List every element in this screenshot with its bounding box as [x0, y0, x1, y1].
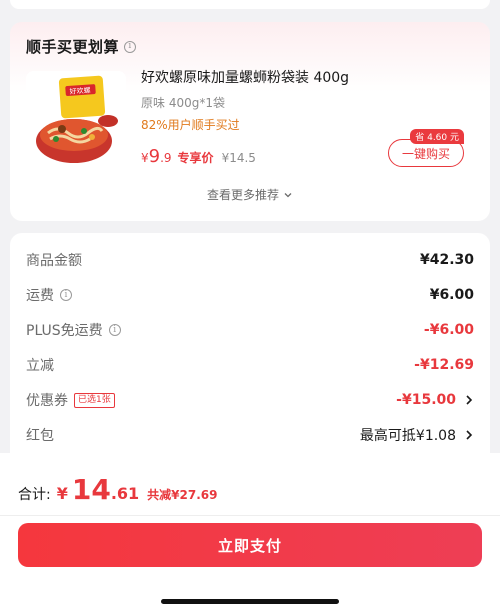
summary-value: ¥6.00	[429, 287, 474, 303]
chevron-right-icon	[466, 395, 473, 405]
coupon-selected-tag: 已选1张	[74, 392, 115, 408]
view-more-label: 查看更多推荐	[206, 188, 279, 202]
summary-row-instant-discount: 立减 -¥12.69	[26, 353, 474, 377]
pay-now-button[interactable]: 立即支付	[18, 523, 482, 567]
summary-row-goods-amount: 商品金额 ¥42.30	[26, 248, 474, 272]
price-integer: 9	[148, 146, 161, 167]
total-savings: 共减¥27.69	[147, 488, 218, 502]
recommendation-title-text: 顺手买更划算	[26, 38, 120, 56]
product-spec: 原味 400g*1袋	[141, 96, 225, 110]
summary-label: 红包	[26, 428, 54, 444]
summary-row-plus-free-shipping: PLUS免运费 i -¥6.00	[26, 318, 474, 342]
summary-value: -¥6.00	[423, 322, 474, 338]
product-price: ¥ 9 .9 专享价 ¥14.5	[141, 146, 256, 167]
total-decimal: .61	[110, 484, 140, 503]
summary-label: 立减	[26, 358, 54, 374]
previous-card-edge	[10, 0, 490, 9]
divider	[0, 515, 500, 516]
package-brand-text: 好欢螺	[69, 85, 91, 95]
checkout-footer: 合计: ¥ 14 .61 共减¥27.69 立即支付	[0, 453, 500, 613]
order-total: 合计: ¥ 14 .61 共减¥27.69	[18, 473, 217, 506]
product-image[interactable]: 好欢螺	[26, 71, 126, 171]
chevron-down-icon	[284, 192, 292, 197]
view-more-recommendations[interactable]: 查看更多推荐	[10, 186, 490, 203]
summary-row-coupon[interactable]: 优惠券 已选1张 -¥15.00	[26, 388, 474, 412]
shipping-info-icon[interactable]: i	[60, 289, 72, 301]
summary-label: 运费	[26, 288, 54, 304]
noodle-bowl-image: 好欢螺	[26, 71, 126, 171]
summary-row-red-packet[interactable]: 红包 最高可抵¥1.08	[26, 423, 474, 447]
summary-value: 最高可抵¥1.08	[359, 428, 456, 444]
order-summary-card: 商品金额 ¥42.30 运费 i ¥6.00 PLUS免运费 i -¥6.00 …	[10, 233, 490, 473]
summary-label: PLUS免运费	[26, 323, 103, 339]
total-currency: ¥	[56, 484, 68, 503]
chevron-right-icon	[466, 430, 473, 440]
exclusive-price-tag: 专享价	[177, 151, 214, 165]
total-integer: 14	[71, 473, 111, 506]
summary-label: 商品金额	[26, 253, 82, 269]
save-badge: 省 4.60 元	[410, 129, 464, 144]
price-decimal: .9	[160, 151, 172, 165]
price-currency: ¥	[141, 151, 149, 165]
original-price: ¥14.5	[221, 151, 256, 165]
plus-info-icon[interactable]: i	[108, 324, 121, 336]
summary-label: 优惠券	[26, 393, 68, 409]
info-icon[interactable]: i	[124, 40, 137, 53]
recommendation-card: 顺手买更划算 i 好欢螺 好欢螺原味加量螺蛳粉袋装 400g 原味 400g*1…	[10, 22, 490, 221]
summary-value: ¥42.30	[419, 252, 474, 268]
total-label: 合计:	[18, 487, 51, 503]
summary-row-shipping: 运费 i ¥6.00	[26, 283, 474, 307]
recommendation-title: 顺手买更划算 i	[26, 36, 137, 57]
purchase-rate: 82%用户顺手买过	[141, 118, 240, 132]
product-name[interactable]: 好欢螺原味加量螺蛳粉袋装 400g	[141, 67, 349, 87]
home-indicator	[161, 599, 339, 604]
summary-value: -¥15.00	[396, 392, 456, 408]
summary-value: -¥12.69	[414, 357, 474, 373]
